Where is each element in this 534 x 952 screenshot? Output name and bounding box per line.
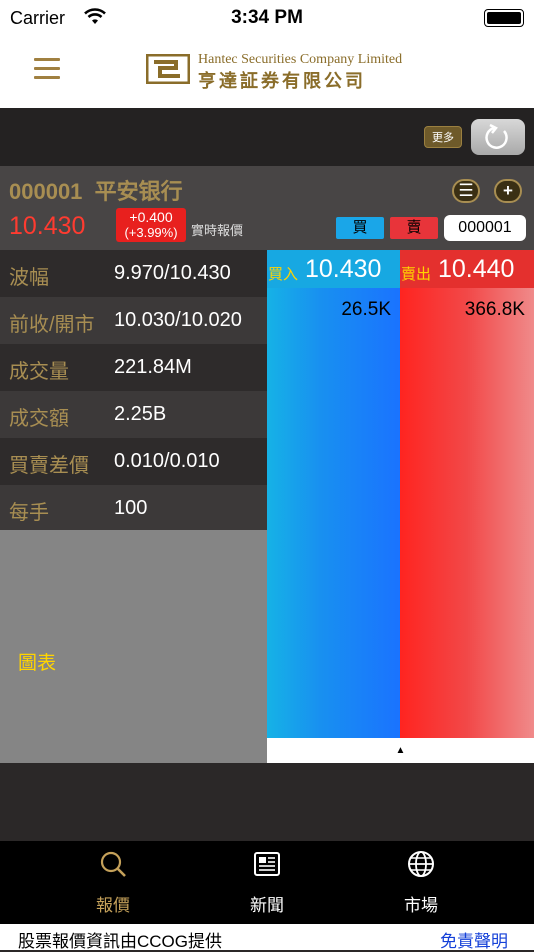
detail-value: 2.25B: [114, 403, 167, 425]
list-button[interactable]: ☰: [452, 179, 480, 203]
change-badge: +0.400 (+3.99%): [116, 208, 186, 242]
newspaper-icon: [254, 852, 280, 876]
stock-code-input[interactable]: [444, 215, 526, 241]
detail-value: 100: [114, 497, 148, 519]
bid-volume: 26.5K: [341, 299, 391, 320]
spacer: [0, 763, 534, 841]
detail-value: 0.010/0.010: [114, 450, 220, 472]
app-header: Hantec Securities Company Limited 亨達証券有限…: [0, 36, 534, 108]
add-to-watchlist-button[interactable]: +: [494, 179, 522, 203]
ask-volume: 366.8K: [464, 299, 525, 320]
detail-row-turnover: 成交額 2.25B: [0, 391, 267, 438]
more-button[interactable]: 更多: [424, 126, 462, 148]
refresh-button[interactable]: [471, 119, 525, 155]
detail-row-volume: 成交量 221.84M: [0, 344, 267, 391]
detail-row-spread: 買賣差價 0.010/0.010: [0, 438, 267, 485]
detail-value: 221.84M: [114, 356, 192, 378]
bid-header: 買入 10.430: [267, 250, 400, 288]
sell-button[interactable]: 賣: [390, 217, 438, 239]
refresh-icon: [485, 123, 508, 149]
price-change-percent: (+3.99%): [124, 225, 178, 240]
hamburger-menu-button[interactable]: [34, 58, 60, 82]
bid-label: 買入: [268, 266, 299, 283]
ask-label: 賣出: [401, 266, 432, 283]
expand-arrow-button[interactable]: ▲: [267, 738, 534, 763]
stock-code: 000001: [9, 179, 83, 204]
detail-label: 前收/開市: [9, 314, 95, 336]
tab-news[interactable]: 新聞: [207, 841, 327, 924]
buy-button[interactable]: 買: [336, 217, 384, 239]
quote-header: 000001 平安银行 10.430 +0.400 (+3.99%) 實時報價 …: [0, 166, 534, 250]
battery-icon: [484, 9, 524, 27]
detail-label: 波幅: [9, 267, 49, 289]
globe-icon: [408, 851, 434, 877]
tab-label: 市場: [404, 896, 438, 915]
detail-label: 成交量: [9, 361, 69, 383]
tab-market[interactable]: 市場: [361, 841, 481, 924]
last-price: 10.430: [9, 212, 86, 240]
company-logo: Hantec Securities Company Limited 亨達証券有限…: [146, 50, 402, 92]
menu-line-icon: [34, 76, 60, 79]
menu-line-icon: [34, 67, 60, 70]
stock-name: 平安银行: [94, 179, 183, 204]
detail-label: 每手: [9, 502, 49, 524]
ask-panel: 賣出 10.440 366.8K: [400, 250, 534, 738]
quote-details-table: 波幅 9.970/10.430 前收/開市 10.030/10.020 成交量 …: [0, 250, 267, 532]
logo-english-name: Hantec Securities Company Limited: [198, 52, 403, 67]
detail-row-lot-size: 每手 100: [0, 485, 267, 532]
ask-header: 賣出 10.440: [400, 250, 534, 288]
detail-label: 成交額: [9, 408, 69, 430]
tab-label: 報價: [96, 896, 130, 915]
clock: 3:34 PM: [231, 7, 303, 28]
logo-chinese-name: 亨達証券有限公司: [198, 71, 366, 92]
footer-bar: 股票報價資訊由CCOG提供 免責聲明: [0, 924, 534, 952]
chart-link[interactable]: 圖表: [18, 648, 56, 675]
data-source-notice: 股票報價資訊由CCOG提供: [18, 932, 222, 951]
tab-quote[interactable]: 報價: [53, 841, 173, 924]
detail-value: 9.970/10.430: [114, 262, 231, 284]
bid-price: 10.430: [305, 255, 382, 283]
chart-panel[interactable]: 圖表: [0, 530, 267, 763]
detail-label: 買賣差價: [9, 455, 89, 477]
logo-mark-icon: [146, 54, 190, 84]
bid-panel: 買入 10.430 26.5K: [267, 250, 400, 738]
bottom-tab-bar: 報價 新聞 市場: [0, 841, 534, 924]
price-change: +0.400: [129, 209, 173, 225]
detail-value: 10.030/10.020: [114, 309, 242, 331]
tab-label: 新聞: [250, 896, 284, 915]
menu-line-icon: [34, 58, 60, 61]
realtime-quote-label: 實時報價: [191, 223, 244, 238]
detail-row-range: 波幅 9.970/10.430: [0, 250, 267, 297]
disclaimer-link[interactable]: 免責聲明: [440, 927, 508, 952]
search-icon: [100, 851, 126, 877]
stock-title: 000001 平安银行: [9, 174, 183, 206]
quote-toolbar: 更多: [0, 108, 534, 166]
detail-row-prev-open: 前收/開市 10.030/10.020: [0, 297, 267, 344]
status-bar: Carrier 3:34 PM: [0, 0, 534, 36]
ask-price: 10.440: [438, 255, 515, 283]
